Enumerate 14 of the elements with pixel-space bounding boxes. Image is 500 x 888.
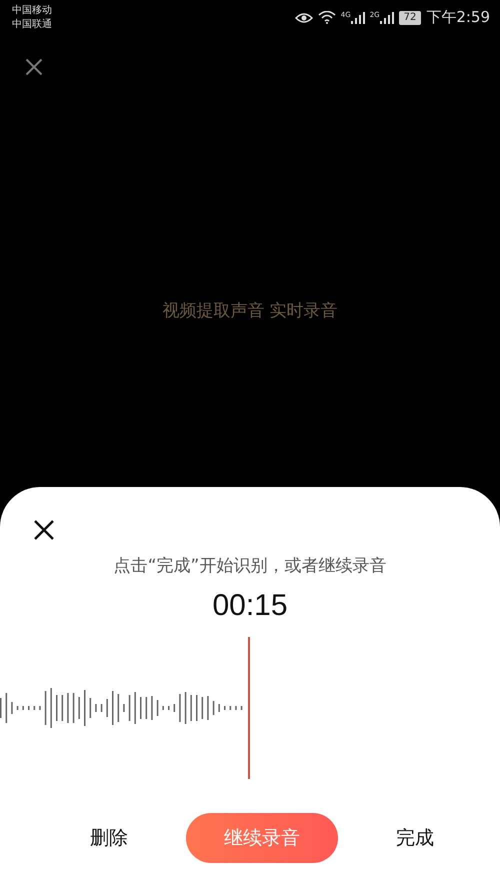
eye-icon [294, 12, 313, 24]
close-icon[interactable] [32, 518, 56, 542]
carrier-name: 中国联通 [12, 18, 52, 31]
timer-text: 00:15 [212, 589, 288, 623]
carrier-name: 中国移动 [12, 4, 52, 17]
signal-icon [350, 11, 365, 24]
clock-time: 下午2:59 [426, 8, 490, 27]
signal-icon [380, 11, 394, 24]
done-button[interactable]: 完成 [394, 821, 436, 855]
hint-text: 点击“完成”开始识别，或者继续录音 [114, 555, 386, 577]
wifi-icon [318, 11, 336, 24]
caption-text: 视频提取声音 实时录音 [162, 300, 338, 322]
delete-button[interactable]: 删除 [88, 821, 130, 855]
battery-level: 72 [398, 10, 422, 24]
